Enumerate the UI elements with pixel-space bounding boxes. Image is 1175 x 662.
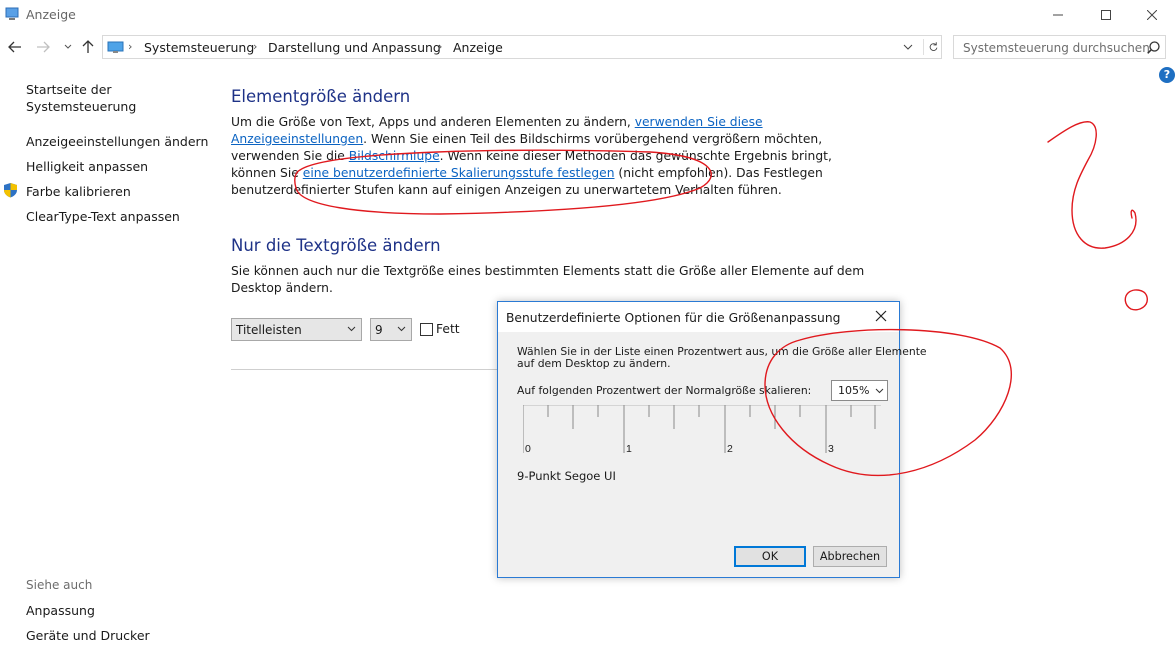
sidebar-link-devices-printers[interactable]: Geräte und Drucker xyxy=(26,627,150,644)
paragraph-line: benutzerdefinierter Stufen kann auf eini… xyxy=(231,183,782,197)
text: verwenden Sie die xyxy=(231,149,349,163)
address-dropdown-icon[interactable] xyxy=(903,40,913,54)
recent-locations-button[interactable] xyxy=(59,37,77,57)
uac-shield-icon xyxy=(4,183,17,198)
forward-button[interactable] xyxy=(34,37,52,57)
breadcrumb-separator-icon: › xyxy=(253,40,258,53)
text: können Sie xyxy=(231,166,303,180)
back-arrow-icon xyxy=(8,41,21,53)
breadcrumb-separator-icon: › xyxy=(128,40,133,53)
breadcrumb-systemsteuerung[interactable]: Systemsteuerung xyxy=(144,40,254,55)
paragraph-line: können Sie eine benutzerdefinierte Skali… xyxy=(231,165,823,182)
text: . Wenn Sie einen Teil des Bildschirms vo… xyxy=(363,132,823,146)
sidebar-link-personalization[interactable]: Anpassung xyxy=(26,602,95,619)
window-title: Anzeige xyxy=(26,7,76,22)
sidebar-link-home-line2[interactable]: Systemsteuerung xyxy=(26,98,136,115)
address-bar[interactable]: › Systemsteuerung › Darstellung und Anpa… xyxy=(102,35,942,59)
scale-percent-select[interactable]: 105% xyxy=(831,380,888,401)
divider xyxy=(231,369,511,370)
sidebar-link-cleartype[interactable]: ClearType-Text anpassen xyxy=(26,208,180,225)
breadcrumb-separator-icon: › xyxy=(438,40,443,53)
custom-scaling-link[interactable]: eine benutzerdefinierte Skalierungsstufe… xyxy=(303,166,615,180)
element-select-value: Titelleisten xyxy=(236,323,302,337)
paragraph-line: verwenden Sie die Bildschirmlupe. Wenn k… xyxy=(231,148,832,165)
breadcrumb-anzeige[interactable]: Anzeige xyxy=(453,40,503,55)
ok-button[interactable]: OK xyxy=(734,546,806,567)
search-input[interactable]: Systemsteuerung durchsuchen xyxy=(953,35,1166,59)
text: . Wenn keine dieser Methoden das gewünsc… xyxy=(439,149,832,163)
maximize-button[interactable] xyxy=(1083,0,1129,30)
chevron-down-icon xyxy=(875,388,884,394)
element-select[interactable]: Titelleisten xyxy=(231,318,362,341)
close-icon xyxy=(1147,10,1157,20)
scale-percent-value: 105% xyxy=(838,384,870,397)
paragraph-line: Um die Größe von Text, Apps und anderen … xyxy=(231,114,763,131)
section-heading-text-size: Nur die Textgröße ändern xyxy=(231,236,441,255)
maximize-icon xyxy=(1101,10,1111,20)
text: Um die Größe von Text, Apps und anderen … xyxy=(231,115,635,129)
refresh-icon[interactable] xyxy=(923,39,939,55)
up-button[interactable] xyxy=(79,37,97,57)
computer-icon xyxy=(107,41,124,53)
font-info: 9-Punkt Segoe UI xyxy=(517,469,616,483)
chevron-down-icon xyxy=(397,326,406,332)
back-button[interactable] xyxy=(6,37,24,57)
dialog-title: Benutzerdefinierte Optionen für die Größ… xyxy=(506,311,841,325)
chevron-down-icon xyxy=(347,326,356,332)
bold-label: Fett xyxy=(436,322,460,336)
annotation-small-circle xyxy=(1124,289,1148,311)
magnifier-link[interactable]: Bildschirmlupe xyxy=(349,149,440,163)
sidebar-link-display-settings[interactable]: Anzeigeeinstellungen ändern xyxy=(26,133,208,150)
breadcrumb-darstellung[interactable]: Darstellung und Anpassung xyxy=(268,40,441,55)
close-button[interactable] xyxy=(1129,0,1175,30)
ruler-label-2: 2 xyxy=(727,443,733,455)
font-size-select[interactable]: 9 xyxy=(370,318,412,341)
sidebar-link-calibrate-color[interactable]: Farbe kalibrieren xyxy=(26,183,131,200)
scale-label: Auf folgenden Prozentwert der Normalgröß… xyxy=(517,384,812,397)
use-display-settings-link[interactable]: verwenden Sie diese xyxy=(635,115,763,129)
annotation-question-mark xyxy=(1047,121,1137,249)
ruler-label-1: 1 xyxy=(626,443,632,455)
ruler-label-3: 3 xyxy=(828,443,834,455)
font-size-value: 9 xyxy=(375,323,383,337)
custom-scaling-dialog: Benutzerdefinierte Optionen für die Größ… xyxy=(497,301,927,578)
dialog-title-bar: Benutzerdefinierte Optionen für die Größ… xyxy=(498,302,899,332)
paragraph-line: Desktop ändern. xyxy=(231,281,333,295)
sidebar-link-brightness[interactable]: Helligkeit anpassen xyxy=(26,158,148,175)
paragraph-line: Anzeigeeinstellungen. Wenn Sie einen Tei… xyxy=(231,131,822,148)
scale-ruler[interactable]: 0 1 2 3 xyxy=(523,405,883,455)
search-icon[interactable] xyxy=(1147,41,1160,54)
minimize-button[interactable] xyxy=(1035,0,1081,30)
forward-arrow-icon xyxy=(37,41,50,53)
dialog-close-icon[interactable] xyxy=(875,310,887,322)
chevron-down-icon xyxy=(64,44,72,49)
dialog-description-line2: auf dem Desktop zu ändern. xyxy=(517,357,671,370)
search-placeholder: Systemsteuerung durchsuchen xyxy=(963,41,1150,55)
paragraph-line: Sie können auch nur die Textgröße eines … xyxy=(231,264,865,278)
ruler-label-0: 0 xyxy=(525,443,531,455)
minimize-icon xyxy=(1053,14,1063,16)
help-icon[interactable]: ? xyxy=(1159,67,1175,83)
display-settings-link[interactable]: Anzeigeeinstellungen xyxy=(231,132,363,146)
sidebar-link-home-line1[interactable]: Startseite der xyxy=(26,81,112,98)
bold-checkbox[interactable] xyxy=(420,323,433,336)
section-heading-element-size: Elementgröße ändern xyxy=(231,87,411,106)
text: (nicht empfohlen). Das Festlegen xyxy=(614,166,823,180)
title-bar: Anzeige xyxy=(0,0,1175,30)
cancel-button[interactable]: Abbrechen xyxy=(813,546,887,567)
see-also-heading: Siehe auch xyxy=(26,578,93,592)
up-arrow-icon xyxy=(82,40,94,53)
control-panel-icon xyxy=(5,7,19,20)
